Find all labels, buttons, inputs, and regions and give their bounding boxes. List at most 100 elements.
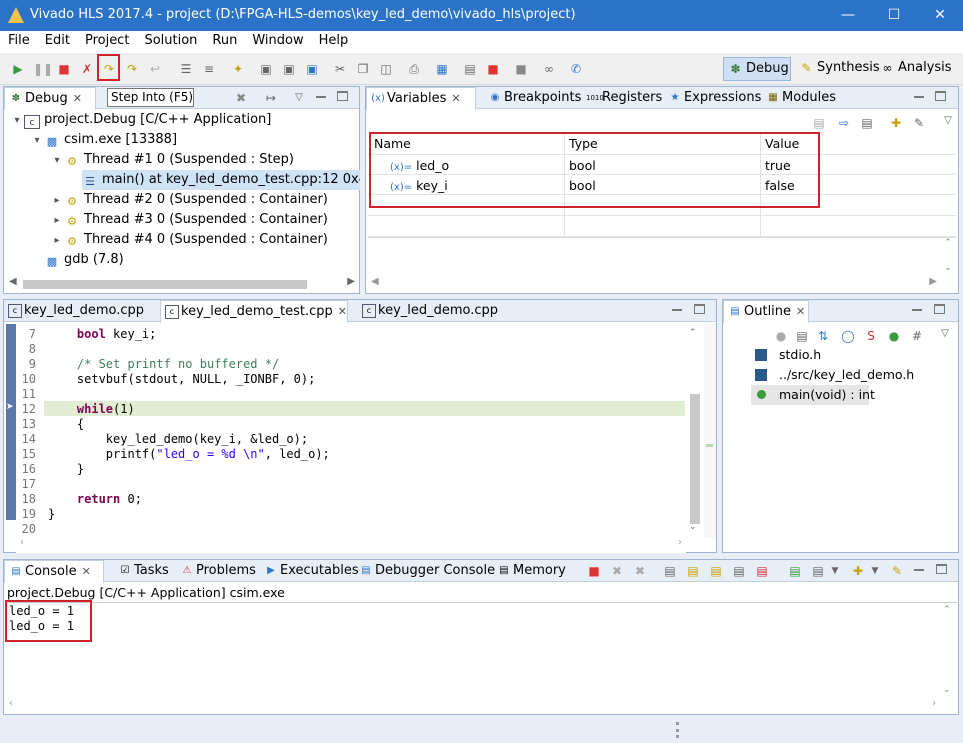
code-line[interactable]: return 0;	[48, 492, 142, 507]
compare-icon[interactable]: ∞	[541, 61, 557, 77]
code-line[interactable]: }	[48, 507, 55, 522]
copy-icon[interactable]: ❐	[355, 61, 371, 77]
remove-all-terminated-icon[interactable]: ✖	[632, 563, 648, 579]
layout-icon[interactable]: ▤	[859, 115, 875, 131]
step-over-icon[interactable]: ↷	[124, 61, 140, 77]
debug-horizontal-scrollbar[interactable]: ◀ ▶	[5, 275, 359, 292]
menu-edit[interactable]: Edit	[37, 31, 77, 51]
collapse-arrow-icon[interactable]: ▸	[50, 231, 64, 251]
save-all-icon[interactable]: ▣	[281, 61, 297, 77]
paste-icon[interactable]: ◫	[378, 61, 394, 77]
scroll-down-icon[interactable]: ⌄	[689, 522, 697, 532]
tab-console[interactable]: ▤ Console ✕	[4, 560, 104, 583]
minimize-view-icon[interactable]	[671, 304, 683, 316]
variables-vertical-scrollbar[interactable]: ⌃ ⌄	[941, 237, 955, 277]
scroll-thumb[interactable]	[23, 280, 307, 289]
tree-item-thread-1[interactable]: ▾ ⚙ Thread #1 0 (Suspended : Step)	[50, 150, 293, 171]
console-horizontal-scrollbar[interactable]: ‹ ›	[5, 697, 940, 714]
tab-variables[interactable]: (x) Variables ✕	[366, 87, 476, 110]
minimize-view-icon[interactable]	[913, 91, 925, 103]
expand-arrow-icon[interactable]: ▾	[10, 111, 24, 131]
scroll-up-icon[interactable]: ⌃	[689, 328, 697, 338]
tab-debugger-console[interactable]: ▤ Debugger Console	[355, 560, 495, 582]
maximize-button[interactable]: ☐	[871, 0, 917, 31]
menu-project[interactable]: Project	[77, 31, 136, 51]
maximize-view-icon[interactable]	[337, 91, 348, 101]
perspective-synthesis[interactable]: ✎ Synthesis	[795, 57, 879, 81]
help-icon[interactable]: ✆	[568, 61, 584, 77]
collapse-all-icon[interactable]: ▤	[794, 328, 810, 344]
perspective-analysis[interactable]: ∞ Analysis	[876, 57, 958, 81]
collapse-arrow-icon[interactable]: ▸	[50, 211, 64, 231]
disconnect-icon[interactable]: ✗	[79, 61, 95, 77]
display-console-icon[interactable]: ▤	[810, 563, 826, 579]
terminate-icon[interactable]: ■	[586, 563, 602, 579]
tab-registers[interactable]: 1010 Registers	[582, 87, 662, 109]
scroll-left-icon[interactable]: ◀	[9, 276, 17, 287]
scroll-right-icon[interactable]: ›	[932, 698, 936, 709]
tab-tasks[interactable]: ☑ Tasks	[114, 560, 169, 582]
scroll-left-icon[interactable]: ‹	[20, 537, 24, 548]
menu-run[interactable]: Run	[204, 31, 244, 51]
maximize-view-icon[interactable]	[694, 304, 705, 314]
hide-static-icon[interactable]: ◯	[840, 328, 856, 344]
tab-executables[interactable]: ▶ Executables	[260, 560, 358, 582]
dropdown-icon[interactable]: ▼	[867, 563, 883, 579]
perspective-debug[interactable]: ✽ Debug	[723, 57, 791, 81]
scroll-left-icon[interactable]: ‹	[9, 698, 13, 709]
view-menu-icon[interactable]: ▽	[937, 326, 953, 342]
menu-file[interactable]: File	[0, 31, 37, 51]
edit-icon[interactable]: ✎	[889, 563, 905, 579]
tree-item-process[interactable]: ▾ ▩ csim.exe [13388]	[30, 130, 177, 150]
instruction-step-icon[interactable]: ☰	[178, 61, 194, 77]
code-line[interactable]: while(1)	[48, 402, 135, 417]
tab-key-led-demo-test-cpp[interactable]: c key_led_demo_test.cpp ✕	[160, 300, 348, 323]
settings-icon[interactable]: ▦	[434, 61, 450, 77]
editor-horizontal-scrollbar[interactable]: ‹ ›	[16, 536, 686, 553]
outline-item-stdio[interactable]: stdio.h	[755, 345, 821, 365]
close-tab-icon[interactable]: ✕	[796, 305, 805, 318]
menu-solution[interactable]: Solution	[136, 31, 204, 51]
maximize-view-icon[interactable]	[934, 304, 945, 314]
tree-item-gdb[interactable]: ▩ gdb (7.8)	[44, 250, 124, 270]
scroll-right-icon[interactable]: ▶	[929, 276, 937, 287]
minimize-view-icon[interactable]	[913, 564, 925, 576]
print-icon[interactable]: ⎙	[406, 61, 422, 77]
pin-console-icon[interactable]: ▤	[787, 563, 803, 579]
expand-arrow-icon[interactable]: ▾	[50, 151, 64, 171]
menu-window[interactable]: Window	[244, 31, 310, 51]
code-line[interactable]: key_led_demo(key_i, &led_o);	[48, 432, 308, 447]
close-tab-icon[interactable]: ✕	[73, 92, 82, 105]
step-mode-icon[interactable]: ↦	[263, 90, 279, 106]
scroll-right-icon[interactable]: ▶	[347, 276, 355, 287]
variables-horizontal-scrollbar[interactable]: ◀ ▶	[367, 275, 941, 292]
tree-item-thread-3[interactable]: ▸ ⚙ Thread #3 0 (Suspended : Container)	[50, 210, 327, 231]
clear-console-icon[interactable]: ▤	[662, 563, 678, 579]
save-icon[interactable]: ▣	[258, 61, 274, 77]
tree-item-thread-2[interactable]: ▸ ⚙ Thread #2 0 (Suspended : Container)	[50, 190, 327, 211]
tree-item-thread-4[interactable]: ▸ ⚙ Thread #4 0 (Suspended : Container)	[50, 230, 327, 251]
tab-problems[interactable]: ⚠ Problems	[176, 560, 256, 582]
view-menu-icon[interactable]: ▽	[940, 113, 956, 129]
maximize-view-icon[interactable]	[936, 564, 947, 574]
word-wrap-icon[interactable]: ▤	[708, 563, 724, 579]
step-return-icon[interactable]: ↩	[147, 61, 163, 77]
remove-launch-icon[interactable]: ✖	[609, 563, 625, 579]
close-tab-icon[interactable]: ✕	[338, 305, 347, 318]
hide-fields-icon[interactable]: ●	[773, 328, 789, 344]
collapse-arrow-icon[interactable]: ▸	[50, 191, 64, 211]
use-step-filters-icon[interactable]: ≡	[201, 61, 217, 77]
tab-key-led-demo-cpp-2[interactable]: c key_led_demo.cpp	[358, 300, 510, 322]
close-tab-icon[interactable]: ✕	[82, 565, 91, 578]
code-line[interactable]: }	[48, 462, 84, 477]
scroll-thumb[interactable]	[690, 394, 700, 524]
status-bar-handle[interactable]	[676, 722, 679, 738]
scroll-down-icon[interactable]: ⌄	[941, 262, 955, 275]
tab-debug[interactable]: ✽ Debug ✕	[4, 87, 96, 110]
open-console-icon[interactable]: ✚	[850, 563, 866, 579]
code-line[interactable]: {	[48, 417, 84, 432]
code-line[interactable]: setvbuf(stdout, NULL, _IONBF, 0);	[48, 372, 315, 387]
tab-memory[interactable]: ▤ Memory	[493, 560, 566, 582]
resume-icon[interactable]: ▶	[10, 61, 26, 77]
hide-members-icon[interactable]: ●	[886, 328, 902, 344]
